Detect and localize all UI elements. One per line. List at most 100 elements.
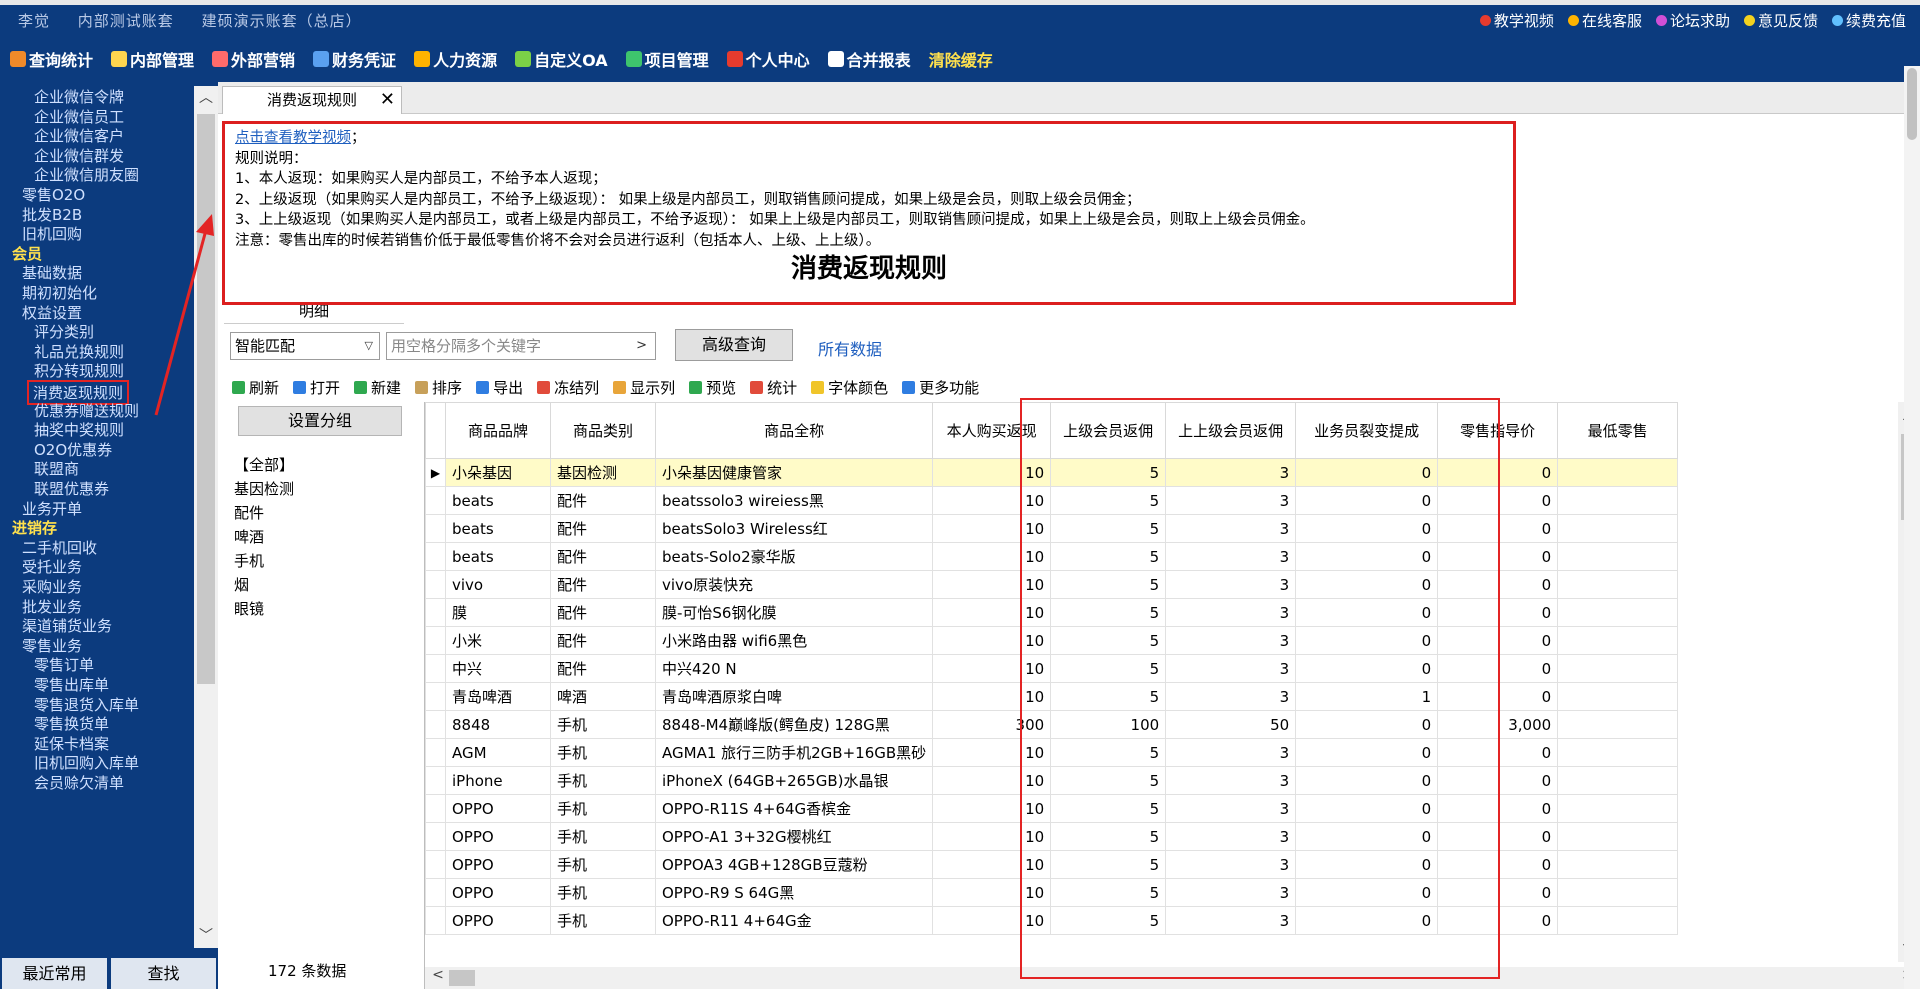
- table-cell[interactable]: [1557, 738, 1679, 767]
- table-row[interactable]: beats 配件 beats-Solo2豪华版 10 5 3 0 0: [425, 542, 1679, 571]
- table-cell[interactable]: 3: [1165, 458, 1297, 487]
- set-group-button[interactable]: 设置分组: [238, 406, 402, 436]
- toolbar-button[interactable]: 排序: [415, 377, 462, 398]
- table-cell[interactable]: 0: [1437, 626, 1559, 655]
- row-indicator[interactable]: ▶: [425, 458, 446, 487]
- table-cell[interactable]: 0: [1295, 794, 1439, 823]
- sidebar-item[interactable]: 联盟商: [34, 458, 79, 479]
- sidebar-item[interactable]: 期初初始化: [22, 282, 97, 303]
- sidebar-item[interactable]: 评分类别: [34, 321, 94, 342]
- table-cell[interactable]: OPPO: [445, 794, 551, 823]
- column-header[interactable]: 零售指导价: [1437, 402, 1559, 459]
- top-link[interactable]: 意见反馈: [1743, 10, 1818, 31]
- top-link[interactable]: 在线客服: [1567, 10, 1642, 31]
- table-cell[interactable]: [1557, 626, 1679, 655]
- table-cell[interactable]: 5: [1050, 598, 1167, 627]
- table-cell[interactable]: 0: [1295, 542, 1439, 571]
- table-cell[interactable]: [1557, 682, 1679, 711]
- table-cell[interactable]: [1557, 458, 1679, 487]
- table-cell[interactable]: 3,000: [1437, 710, 1559, 739]
- match-mode-select[interactable]: 智能匹配 ▽: [230, 332, 380, 360]
- table-cell[interactable]: 0: [1295, 850, 1439, 879]
- sidebar-item[interactable]: 企业微信令牌: [34, 86, 124, 107]
- scrollbar-thumb[interactable]: [197, 114, 215, 684]
- sidebar-item[interactable]: 会员: [12, 243, 42, 264]
- table-cell[interactable]: [1557, 514, 1679, 543]
- toolbar-button[interactable]: 预览: [689, 377, 736, 398]
- table-cell[interactable]: 手机: [550, 794, 656, 823]
- table-cell[interactable]: 手机: [550, 878, 656, 907]
- table-cell[interactable]: 3: [1165, 486, 1297, 515]
- table-cell[interactable]: 基因检测: [550, 458, 656, 487]
- table-cell[interactable]: vivo原装快充: [654, 570, 934, 599]
- table-cell[interactable]: 3: [1165, 850, 1297, 879]
- table-cell[interactable]: 10: [932, 738, 1052, 767]
- sidebar-item[interactable]: 零售换货单: [34, 713, 109, 734]
- menu-item[interactable]: 内部管理: [111, 47, 194, 71]
- table-cell[interactable]: 配件: [550, 542, 656, 571]
- sidebar-item[interactable]: 企业微信朋友圈: [34, 164, 139, 185]
- sidebar-item[interactable]: 企业微信员工: [34, 106, 124, 127]
- table-cell[interactable]: 3: [1165, 822, 1297, 851]
- table-row[interactable]: ▶ 小朵基因 基因检测 小朵基因健康管家 10 5 3 0 0: [425, 458, 1679, 487]
- table-cell[interactable]: 10: [932, 878, 1052, 907]
- table-cell[interactable]: 小朵基因: [445, 458, 551, 487]
- sidebar-item[interactable]: 进销存: [12, 517, 57, 538]
- sidebar-item[interactable]: O2O优惠券: [34, 439, 112, 460]
- table-cell[interactable]: beats: [445, 514, 551, 543]
- table-cell[interactable]: 3: [1165, 766, 1297, 795]
- table-cell[interactable]: 膜: [445, 598, 551, 627]
- table-cell[interactable]: 0: [1295, 822, 1439, 851]
- top-link[interactable]: 续费充值: [1831, 10, 1906, 31]
- top-link[interactable]: 论坛求助: [1655, 10, 1730, 31]
- search-tab[interactable]: 查找: [111, 958, 216, 989]
- table-cell[interactable]: [1557, 822, 1679, 851]
- table-cell[interactable]: 0: [1295, 598, 1439, 627]
- table-cell[interactable]: 10: [932, 822, 1052, 851]
- table-cell[interactable]: 3: [1165, 626, 1297, 655]
- group-item[interactable]: 【全部】: [234, 454, 294, 475]
- toolbar-button[interactable]: 显示列: [613, 377, 675, 398]
- ledger-name[interactable]: 内部测试账套: [78, 12, 174, 30]
- sidebar-item[interactable]: 联盟优惠券: [34, 478, 109, 499]
- table-cell[interactable]: iPhoneX (64GB+265GB)水晶银: [654, 766, 934, 795]
- row-indicator[interactable]: [425, 878, 446, 907]
- table-cell[interactable]: 10: [932, 794, 1052, 823]
- group-item[interactable]: 啤酒: [234, 526, 264, 547]
- table-cell[interactable]: 300: [932, 710, 1052, 739]
- menu-item[interactable]: 合并报表: [827, 47, 911, 71]
- table-cell[interactable]: 0: [1437, 514, 1559, 543]
- table-cell[interactable]: 10: [932, 598, 1052, 627]
- table-cell[interactable]: 5: [1050, 542, 1167, 571]
- column-header[interactable]: 最低零售: [1557, 402, 1679, 459]
- table-row[interactable]: OPPO 手机 OPPO-R11S 4+64G香槟金 10 5 3 0 0: [425, 794, 1679, 823]
- table-cell[interactable]: 5: [1050, 878, 1167, 907]
- row-indicator[interactable]: [425, 598, 446, 627]
- table-cell[interactable]: 5: [1050, 486, 1167, 515]
- table-row[interactable]: OPPO 手机 OPPO-R9 S 64G黑 10 5 3 0 0: [425, 878, 1679, 907]
- row-indicator[interactable]: [425, 822, 446, 851]
- table-cell[interactable]: 5: [1050, 766, 1167, 795]
- toolbar-button[interactable]: 更多功能: [902, 377, 979, 398]
- group-item[interactable]: 烟: [234, 574, 249, 595]
- table-cell[interactable]: 0: [1295, 458, 1439, 487]
- table-cell[interactable]: 0: [1295, 570, 1439, 599]
- column-header[interactable]: 本人购买返现: [932, 402, 1052, 459]
- table-cell[interactable]: 5: [1050, 458, 1167, 487]
- table-cell[interactable]: 手机: [550, 710, 656, 739]
- table-row[interactable]: AGM 手机 AGMA1 旅行三防手机2GB+16GB黑砂 10 5 3 0 0: [425, 738, 1679, 767]
- table-cell[interactable]: 配件: [550, 626, 656, 655]
- row-indicator[interactable]: [425, 710, 446, 739]
- table-row[interactable]: OPPO 手机 OPPO-R11 4+64G金 10 5 3 0 0: [425, 906, 1679, 935]
- sidebar-item[interactable]: 旧机回购入库单: [34, 752, 139, 773]
- table-cell[interactable]: [1557, 794, 1679, 823]
- table-cell[interactable]: 10: [932, 906, 1052, 935]
- table-cell[interactable]: 小米路由器 wifi6黑色: [654, 626, 934, 655]
- table-cell[interactable]: 3: [1165, 738, 1297, 767]
- table-cell[interactable]: 0: [1295, 514, 1439, 543]
- table-cell[interactable]: 10: [932, 654, 1052, 683]
- toolbar-button[interactable]: 新建: [354, 377, 401, 398]
- table-cell[interactable]: 0: [1437, 458, 1559, 487]
- row-indicator[interactable]: [425, 486, 446, 515]
- table-row[interactable]: 中兴 配件 中兴420 N 10 5 3 0 0: [425, 654, 1679, 683]
